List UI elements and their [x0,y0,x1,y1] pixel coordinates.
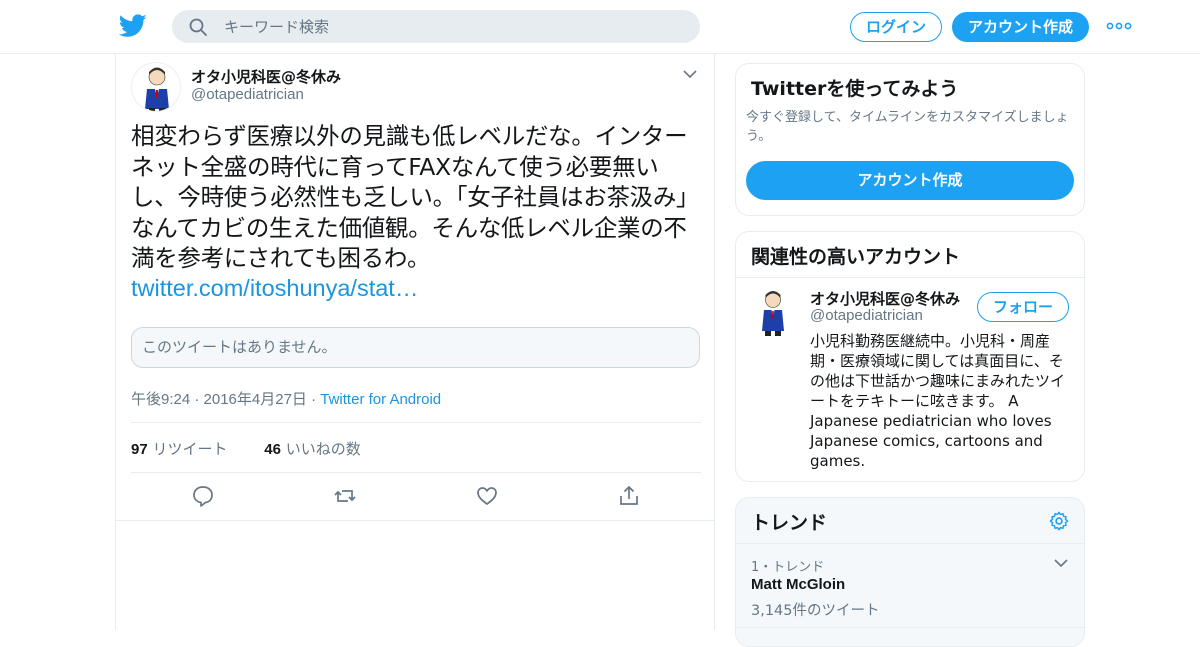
tweet-metadata: 午後9:24 · 2016年4月27日 · Twitter for Androi… [131,388,441,409]
tweet-column: オタ小児科医@冬休み @otapediatrician 相変わらず医療以外の見識… [115,54,715,630]
like-heart-icon[interactable] [475,484,499,508]
signup-button[interactable]: アカウント作成 [952,12,1089,42]
like-label: いいねの数 [285,440,361,458]
retweet-label: リツイート [152,440,228,458]
related-accounts-card: 関連性の高いアカウント オタ小児科医@冬休み @otapediatrician … [735,231,1085,482]
search-box[interactable] [172,10,700,43]
trend-rank: 1・トレンド [751,560,825,575]
related-account-bio: 小児科勤務医継続中。小児科・周産期・医療領域に関しては真面目に、その他は下世話か… [810,332,1066,470]
avatar-illustration [145,67,169,111]
create-account-button[interactable]: アカウント作成 [746,161,1074,200]
share-icon[interactable] [617,484,641,508]
author-avatar[interactable] [131,62,181,112]
divider [736,277,1084,278]
chevron-down-icon[interactable] [1054,558,1068,568]
search-icon [189,18,207,36]
divider [736,627,1084,628]
divider [116,520,714,521]
gear-icon[interactable] [1048,510,1070,532]
retweet-icon[interactable] [333,484,357,508]
reply-icon[interactable] [191,484,215,508]
tweet-stats: 97 リツイート 46 いいねの数 [131,438,361,459]
login-button[interactable]: ログイン [850,12,942,42]
related-account-handle[interactable]: @otapediatrician [810,307,923,324]
retweet-count: 97 [131,441,148,458]
search-input[interactable] [222,10,682,43]
top-navigation-bar: ログイン アカウント作成 [0,0,1200,54]
more-options-icon[interactable] [1106,18,1132,34]
twitter-bird-icon[interactable] [119,14,147,38]
trends-title: トレンド [751,512,828,534]
author-handle[interactable]: @otapediatrician [191,86,304,103]
like-stat[interactable]: 46 いいねの数 [264,440,360,458]
follow-button[interactable]: フォロー [977,292,1069,322]
author-display-name[interactable]: オタ小児科医@冬休み [191,66,341,87]
trend-tweet-count: 3,145件のツイート [751,603,880,619]
divider [131,422,701,423]
tweet-text: 相変わらず医療以外の見識も低レベルだな。インターネット全盛の時代に育ってFAXな… [131,122,700,272]
related-accounts-title: 関連性の高いアカウント [751,246,961,268]
signup-card: Twitterを使ってみよう 今すぐ登録して、タイムラインをカスタマイズしましょ… [735,63,1085,216]
divider [131,472,701,473]
related-account-avatar[interactable] [751,287,796,337]
signup-card-description: 今すぐ登録して、タイムラインをカスタマイズしましょう。 [746,110,1069,144]
trend-name[interactable]: Matt McGloin [751,576,845,593]
divider [736,543,1084,544]
trends-card: トレンド 1・トレンド Matt McGloin 3,145件のツイート [735,497,1085,647]
like-count: 46 [264,441,281,458]
related-account-name[interactable]: オタ小児科医@冬休み [810,288,960,309]
retweet-stat[interactable]: 97 リツイート [131,440,227,458]
signup-card-title: Twitterを使ってみよう [751,78,959,100]
tweet-link[interactable]: twitter.com/itoshunya/stat… [131,273,418,303]
chevron-down-icon[interactable] [682,68,698,80]
quoted-tweet-unavailable: このツイートはありません。 [131,327,700,368]
tweet-timestamp[interactable]: 午後9:24 · 2016年4月27日 · [131,391,320,408]
tweet-source-link[interactable]: Twitter for Android [320,391,441,408]
